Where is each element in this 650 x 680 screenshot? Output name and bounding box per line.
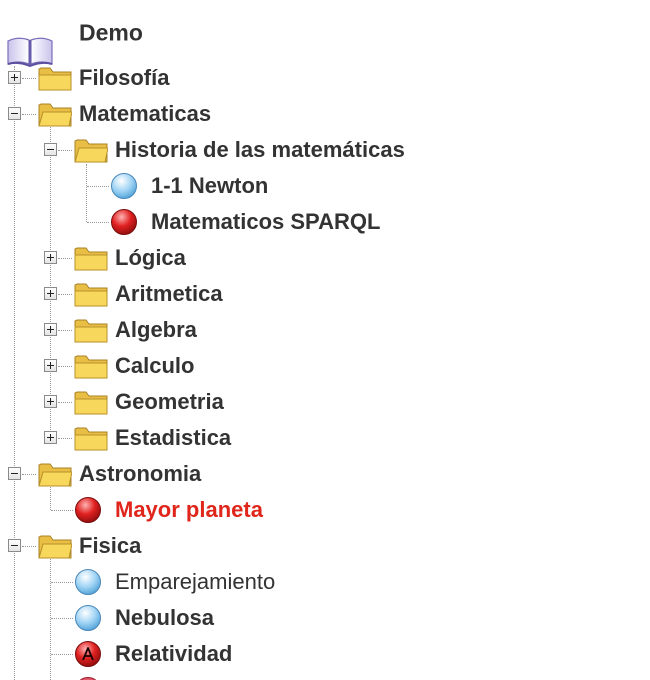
- tree-node-filosofia[interactable]: Filosofía: [0, 60, 650, 96]
- expand-toggle-icon[interactable]: [44, 287, 57, 300]
- tree-node-relatividad[interactable]: Relatividad: [0, 636, 650, 672]
- red-bullet-icon: [79, 677, 97, 680]
- tree-node-sparql[interactable]: Matematicos SPARQL: [0, 204, 650, 240]
- tree-node-newton[interactable]: 1-1 Newton: [0, 168, 650, 204]
- tree-connector: [51, 618, 73, 619]
- tree-node-historia[interactable]: Historia de las matemáticas: [0, 132, 650, 168]
- red-bullet-icon: [111, 209, 137, 235]
- tree-node-label[interactable]: Emparejamiento: [115, 571, 275, 593]
- tree-node-label[interactable]: Filosofía: [79, 67, 169, 89]
- tree-node-label[interactable]: 1-1 Newton: [151, 175, 268, 197]
- tree-node-calculo[interactable]: Calculo: [0, 348, 650, 384]
- tree-root-label[interactable]: Demo: [79, 21, 143, 45]
- tree-connector: [87, 222, 109, 223]
- tree-connector: [58, 150, 72, 151]
- red-bullet-icon: [75, 497, 101, 523]
- open-folder-icon: [38, 463, 72, 487]
- tree-node-label[interactable]: Astronomia: [79, 463, 201, 485]
- tree-node-astronomia[interactable]: Astronomia: [0, 456, 650, 492]
- blue-bullet-icon: [111, 173, 137, 199]
- tree-connector: [58, 294, 72, 295]
- expand-toggle-icon[interactable]: [8, 71, 21, 84]
- tree-node-logica[interactable]: Lógica: [0, 240, 650, 276]
- tree-node-label-highlighted[interactable]: Mayor planeta: [115, 499, 263, 521]
- red-bullet-a-icon: [75, 641, 101, 667]
- tree-connector: [58, 402, 72, 403]
- tree-connector: [22, 546, 36, 547]
- open-folder-icon: [74, 139, 108, 163]
- expand-toggle-icon[interactable]: [44, 431, 57, 444]
- tree-node-label[interactable]: Calculo: [115, 355, 194, 377]
- tree-node-geometria[interactable]: Geometria: [0, 384, 650, 420]
- open-folder-icon: [38, 103, 72, 127]
- tree-connector: [51, 654, 73, 655]
- expand-toggle-icon[interactable]: [44, 395, 57, 408]
- tree-node-label[interactable]: Historia de las matemáticas: [115, 139, 405, 161]
- folder-icon: [74, 355, 108, 379]
- tree-connector: [58, 366, 72, 367]
- tree-node-label[interactable]: Estadistica: [115, 427, 231, 449]
- tree-node-nebulosa[interactable]: Nebulosa: [0, 600, 650, 636]
- tree-view: Demo Filosofía Matematicas Historia de l…: [0, 0, 650, 680]
- folder-icon: [74, 319, 108, 343]
- tree-node-label[interactable]: Aritmetica: [115, 283, 223, 305]
- tree-node-label[interactable]: Lógica: [115, 247, 186, 269]
- tree-node-estadistica[interactable]: Estadistica: [0, 420, 650, 456]
- tree-connector: [22, 114, 36, 115]
- tree-node-label[interactable]: Geometria: [115, 391, 224, 413]
- tree-node-label[interactable]: Fisica: [79, 535, 141, 557]
- tree-node-matematicas[interactable]: Matematicas: [0, 96, 650, 132]
- collapse-toggle-icon[interactable]: [8, 107, 21, 120]
- folder-icon: [74, 427, 108, 451]
- tree-node-mayor-planeta[interactable]: Mayor planeta: [0, 492, 650, 528]
- tree-connector: [22, 78, 36, 79]
- expand-toggle-icon[interactable]: [44, 251, 57, 264]
- tree-node-label[interactable]: Matematicos SPARQL: [151, 211, 380, 233]
- collapse-toggle-icon[interactable]: [8, 539, 21, 552]
- tree-node-emparejamiento[interactable]: Emparejamiento: [0, 564, 650, 600]
- blue-bullet-icon: [75, 605, 101, 631]
- collapse-toggle-icon[interactable]: [44, 143, 57, 156]
- tree-node-partial: [0, 672, 650, 680]
- open-folder-icon: [38, 535, 72, 559]
- tree-node-label[interactable]: Nebulosa: [115, 607, 214, 629]
- tree-node-label[interactable]: Relatividad: [115, 643, 232, 665]
- tree-connector: [51, 582, 73, 583]
- tree-connector: [58, 258, 72, 259]
- tree-node-label[interactable]: Algebra: [115, 319, 197, 341]
- tree-node-label[interactable]: Matematicas: [79, 103, 211, 125]
- tree-node-fisica[interactable]: Fisica: [0, 528, 650, 564]
- folder-icon: [74, 391, 108, 415]
- tree-root[interactable]: Demo: [0, 15, 650, 67]
- tree-connector: [22, 474, 36, 475]
- tree-connector: [58, 438, 72, 439]
- folder-icon: [74, 247, 108, 271]
- tree-connector: [87, 186, 109, 187]
- blue-bullet-icon: [75, 569, 101, 595]
- tree-connector: [58, 330, 72, 331]
- expand-toggle-icon[interactable]: [44, 323, 57, 336]
- collapse-toggle-icon[interactable]: [8, 467, 21, 480]
- expand-toggle-icon[interactable]: [44, 359, 57, 372]
- folder-icon: [38, 67, 72, 91]
- folder-icon: [74, 283, 108, 307]
- tree-node-aritmetica[interactable]: Aritmetica: [0, 276, 650, 312]
- tree-connector: [51, 510, 73, 511]
- tree-node-algebra[interactable]: Algebra: [0, 312, 650, 348]
